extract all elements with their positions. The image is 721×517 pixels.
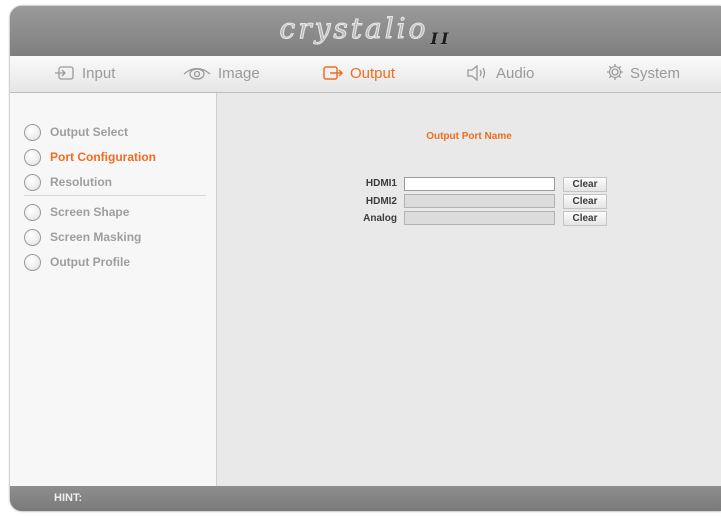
input-icon <box>54 56 76 92</box>
port-row-analog: Analog <box>217 212 397 228</box>
hdmi1-name-input[interactable] <box>404 177 555 191</box>
sidebar-item-label: Port Configuration <box>50 150 156 164</box>
hdmi2-clear-button[interactable]: Clear <box>563 194 607 209</box>
sidebar-divider <box>24 195 206 196</box>
tab-audio[interactable]: Audio <box>466 56 534 92</box>
hdmi1-clear-button[interactable]: Clear <box>563 177 607 192</box>
sidebar-item-screen-masking[interactable]: Screen Masking <box>24 227 141 247</box>
port-row-hdmi2: HDMI2 <box>217 195 397 211</box>
analog-clear-button[interactable]: Clear <box>563 211 607 226</box>
main-tab-bar: Input Image Output Audio System <box>10 56 721 93</box>
eye-icon <box>182 56 212 92</box>
sidebar-item-label: Output Select <box>50 125 129 139</box>
tab-input[interactable]: Input <box>54 56 115 92</box>
sidebar-item-output-select[interactable]: Output Select <box>24 122 128 142</box>
port-row-hdmi1: HDMI1 <box>217 177 397 193</box>
speaker-icon <box>466 56 490 92</box>
output-icon <box>322 56 344 92</box>
tab-system-label: System <box>630 65 681 82</box>
main-panel: Output Port Name HDMI1 Clear HDMI2 Clear… <box>217 93 721 486</box>
radio-icon[interactable] <box>24 124 41 141</box>
tab-output[interactable]: Output <box>322 56 395 92</box>
tab-system[interactable]: System <box>606 56 680 92</box>
gear-icon <box>606 56 624 92</box>
sidebar-item-port-configuration[interactable]: Port Configuration <box>24 147 156 167</box>
sidebar: Output Select Port Configuration Resolut… <box>10 93 217 486</box>
sidebar-item-label: Screen Masking <box>50 230 142 244</box>
hint-label: HINT: <box>54 492 83 504</box>
crystalio-logo: crystalio II <box>279 12 452 49</box>
radio-icon[interactable] <box>24 204 41 221</box>
sidebar-item-resolution[interactable]: Resolution <box>24 172 112 192</box>
tab-output-label: Output <box>350 65 396 82</box>
app-window: crystalio II Input Image Output Audio Sy… <box>10 6 721 511</box>
port-label: Analog <box>363 213 397 224</box>
sidebar-item-output-profile[interactable]: Output Profile <box>24 252 130 272</box>
title-bar: crystalio II <box>10 6 721 56</box>
sidebar-item-label: Output Profile <box>50 255 130 269</box>
port-label: HDMI1 <box>365 178 397 189</box>
hdmi2-name-input[interactable] <box>404 194 555 208</box>
tab-image[interactable]: Image <box>182 56 260 92</box>
radio-icon[interactable] <box>24 229 41 246</box>
analog-name-input[interactable] <box>404 211 555 225</box>
tab-input-label: Input <box>82 65 116 82</box>
port-label: HDMI2 <box>365 196 397 207</box>
radio-icon[interactable] <box>24 174 41 191</box>
sidebar-item-screen-shape[interactable]: Screen Shape <box>24 202 129 222</box>
radio-icon[interactable] <box>24 149 41 166</box>
section-title: Output Port Name <box>426 131 512 142</box>
tab-audio-label: Audio <box>496 65 535 82</box>
sidebar-item-label: Resolution <box>50 175 112 189</box>
hint-bar: HINT: <box>10 486 721 511</box>
radio-icon[interactable] <box>24 254 41 271</box>
sidebar-item-label: Screen Shape <box>50 205 130 219</box>
tab-image-label: Image <box>218 65 260 82</box>
